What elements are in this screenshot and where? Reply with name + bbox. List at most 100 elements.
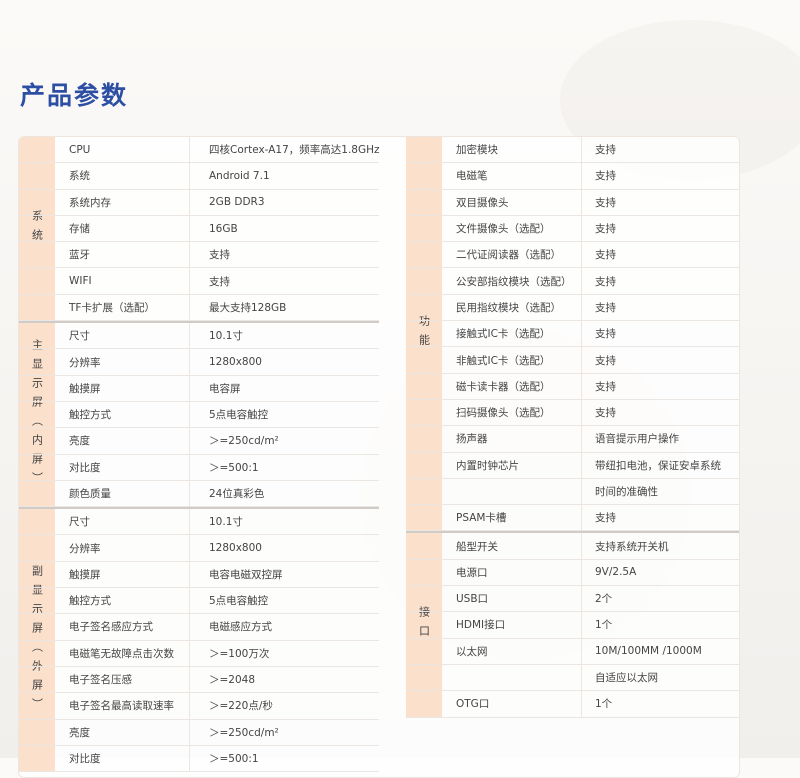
spec-value: 2GB DDR3	[209, 196, 265, 209]
spec-name: 触控方式	[69, 595, 111, 608]
spec-name: 双目摄像头	[456, 196, 509, 209]
spec-row: 文件摄像头（选配） 支持	[406, 215, 739, 243]
spec-value: 支持	[595, 512, 616, 525]
spec-name: 分辨率	[69, 356, 101, 369]
spec-row: 二代证阅读器（选配） 支持	[406, 242, 739, 269]
spec-value: 支持	[595, 275, 616, 288]
spec-value: 1280x800	[209, 356, 262, 369]
spec-row: 电磁笔无故障点击次数 ＞=100万次	[19, 640, 379, 667]
spec-row: 尺寸 10.1寸	[19, 323, 379, 350]
spec-table: 系统 CPU 四核Cortex-A17，频率高达1.8GHz 系统 Android 7.…	[18, 136, 740, 778]
spec-name: 扬声器	[456, 433, 488, 446]
spec-row: 亮度 ＞=250cd/m²	[19, 719, 379, 746]
cell-divider	[189, 323, 190, 349]
cell-divider	[581, 664, 582, 691]
spec-value: ＞=250cd/m²	[209, 726, 279, 739]
spec-value: 支持	[595, 407, 616, 420]
spec-row: 对比度 ＞=500:1	[19, 745, 379, 773]
spec-value: 5点电容触控	[209, 595, 269, 608]
cell-divider	[581, 242, 582, 268]
spec-name: 文件摄像头（选配）	[456, 223, 551, 236]
spec-row: 触控方式 5点电容触控	[19, 588, 379, 615]
spec-value: 语音提示用户操作	[595, 433, 679, 446]
spec-row: 自适应以太网	[406, 664, 739, 692]
spec-value: 支持系统开关机	[595, 540, 669, 553]
cell-divider	[581, 426, 582, 452]
spec-value: 5点电容触控	[209, 409, 269, 422]
cell-divider	[189, 268, 190, 294]
spec-name: 内置时钟芯片	[456, 459, 519, 472]
cell-divider	[581, 399, 582, 426]
cell-divider	[189, 588, 190, 614]
cell-divider	[189, 480, 190, 507]
spec-row: 电子签名最高读取速率 ＞=220点/秒	[19, 693, 379, 720]
cell-divider	[581, 691, 582, 717]
spec-row: 磁卡读卡器（选配） 支持	[406, 373, 739, 400]
cell-divider	[189, 561, 190, 588]
spec-value: 最大支持128GB	[209, 301, 287, 314]
spec-name: 对比度	[69, 752, 101, 765]
spec-name: 船型开关	[456, 540, 498, 553]
cell-divider	[581, 559, 582, 586]
spec-name: 电磁笔无故障点击次数	[69, 647, 174, 660]
spec-name: USB口	[456, 593, 489, 606]
cell-divider	[581, 586, 582, 612]
cell-divider	[189, 189, 190, 215]
cell-divider	[581, 533, 582, 559]
spec-value: Android 7.1	[209, 169, 270, 182]
cell-divider	[581, 638, 582, 664]
spec-value: 支持	[595, 196, 616, 209]
spec-row: 触摸屏 电容屏	[19, 375, 379, 402]
spec-value: 支持	[595, 380, 616, 393]
spec-name: CPU	[69, 143, 91, 156]
spec-row: 亮度 ＞=250cd/m²	[19, 428, 379, 455]
spec-row: 系统 Android 7.1	[19, 163, 379, 190]
spec-row: 分辨率 1280x800	[19, 535, 379, 562]
spec-name: 电子签名感应方式	[69, 621, 153, 634]
spec-group: 副显示屏（外屏） 尺寸 10.1寸 分辨率 1280x800 触摸屏 电容电磁双控屏 触控方式…	[19, 509, 379, 773]
spec-name: 电子签名压感	[69, 674, 132, 687]
spec-name: 接触式IC卡（选配）	[456, 328, 551, 341]
spec-value: 支持	[209, 249, 230, 262]
spec-name: 分辨率	[69, 542, 101, 555]
cell-divider	[189, 349, 190, 375]
spec-value: 24位真彩色	[209, 488, 265, 500]
spec-name: 电源口	[456, 566, 488, 579]
spec-row: 加密模块 支持	[406, 137, 739, 164]
spec-row: 尺寸 10.1寸	[19, 509, 379, 536]
spec-row: HDMI接口 1个	[406, 612, 739, 639]
spec-name: 民用指纹模块（选配）	[456, 301, 561, 314]
spec-name: 触摸屏	[69, 382, 101, 395]
spec-value: 支持	[595, 223, 616, 236]
cell-divider	[581, 612, 582, 638]
cell-divider	[189, 693, 190, 719]
spec-row: 以太网 10M/100MM /1000M	[406, 638, 739, 665]
cell-divider	[189, 215, 190, 242]
spec-row: 接触式IC卡（选配） 支持	[406, 321, 739, 348]
spec-value: ＞=220点/秒	[209, 700, 273, 713]
spec-row: TF卡扩展（选配） 最大支持128GB	[19, 294, 379, 322]
spec-row: 分辨率 1280x800	[19, 349, 379, 376]
spec-name: 蓝牙	[69, 249, 90, 262]
spec-row: 船型开关 支持系统开关机	[406, 533, 739, 560]
spec-row: 对比度 ＞=500:1	[19, 454, 379, 481]
cell-divider	[189, 666, 190, 693]
spec-group: 主显示屏（内屏） 尺寸 10.1寸 分辨率 1280x800 触摸屏 电容屏 触控方式 5点电容…	[19, 323, 379, 510]
spec-name: 亮度	[69, 435, 90, 448]
spec-name: 触摸屏	[69, 568, 101, 581]
spec-row: USB口 2个	[406, 586, 739, 613]
spec-row: 公安部指纹模块（选配） 支持	[406, 268, 739, 295]
spec-name: 公安部指纹模块（选配）	[456, 275, 572, 288]
spec-row: OTG口 1个	[406, 691, 739, 718]
cell-divider	[581, 294, 582, 321]
spec-name: 以太网	[456, 645, 488, 658]
spec-value: 支持	[595, 328, 616, 341]
spec-value: 支持	[595, 170, 616, 183]
spec-name: 电磁笔	[456, 170, 488, 183]
spec-row: 触控方式 5点电容触控	[19, 401, 379, 429]
spec-name: 尺寸	[69, 330, 90, 343]
spec-value: 支持	[595, 301, 616, 314]
spec-row: 电子签名感应方式 电磁感应方式	[19, 614, 379, 641]
cell-divider	[581, 163, 582, 189]
spec-row: 电源口 9V/2.5A	[406, 559, 739, 587]
